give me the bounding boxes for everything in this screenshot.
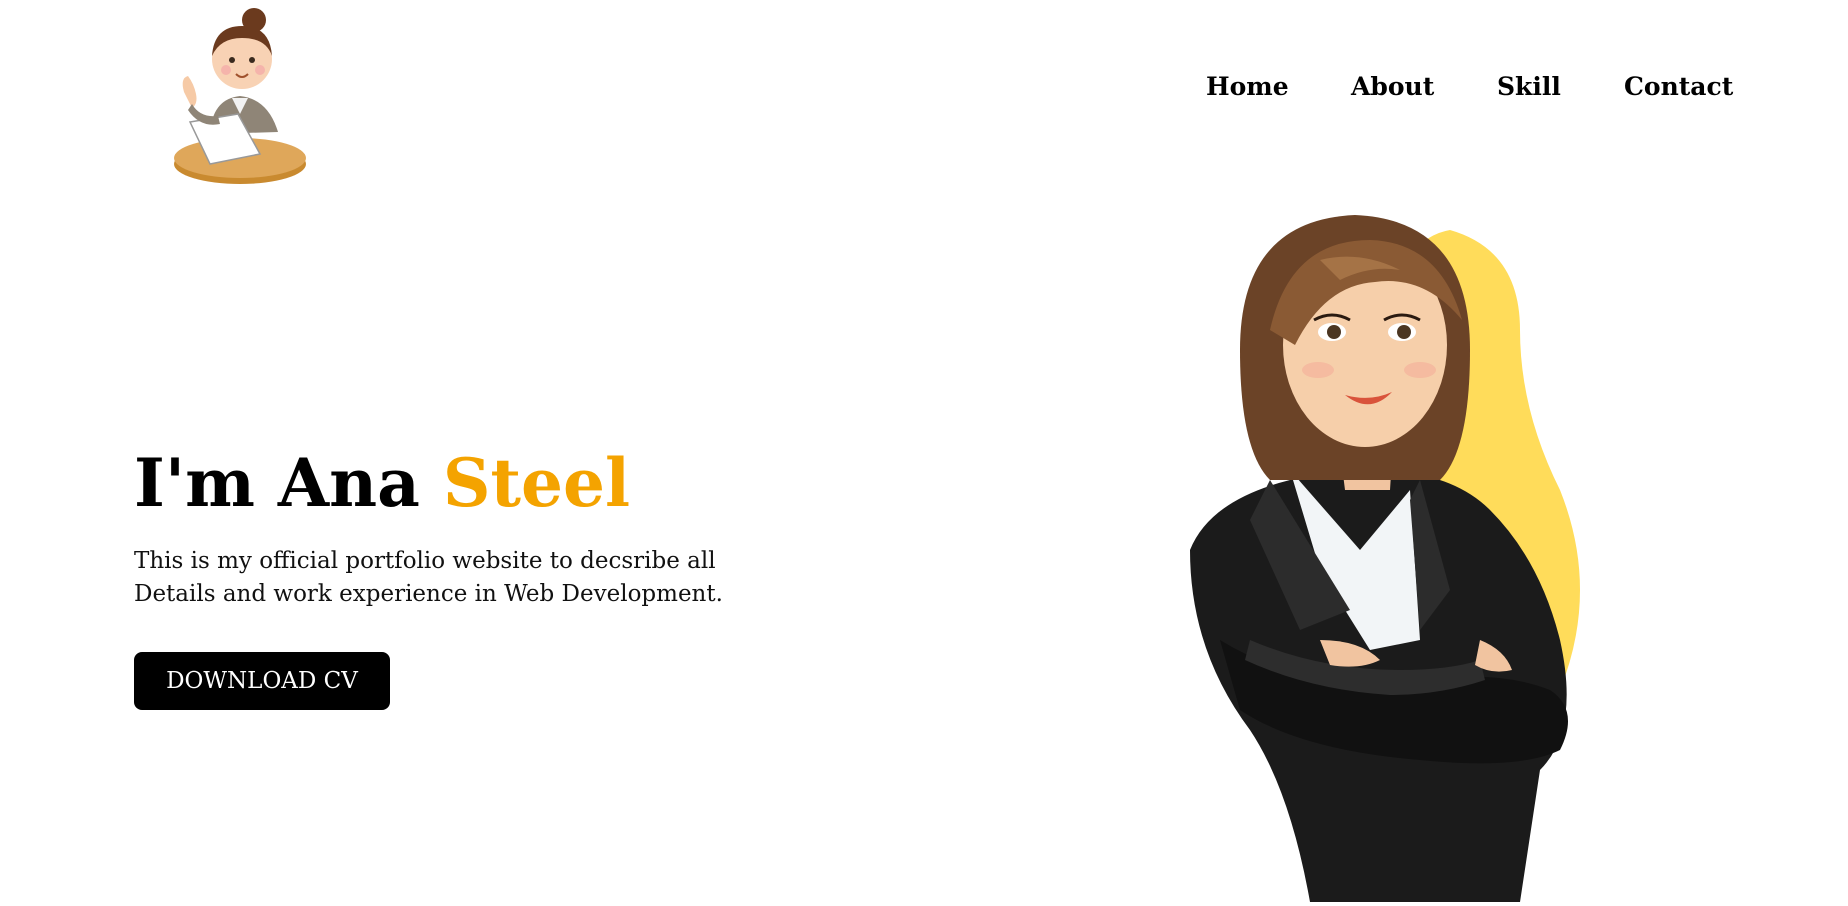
hero-title-accent: Steel bbox=[442, 444, 631, 522]
nav-link-about[interactable]: About bbox=[1351, 72, 1434, 101]
main-nav: Home About Skill Contact bbox=[0, 72, 1848, 112]
nav-link-contact[interactable]: Contact bbox=[1624, 72, 1733, 101]
download-cv-button[interactable]: DOWNLOAD CV bbox=[134, 652, 390, 710]
hero-section: I'm Ana Steel This is my official portfo… bbox=[134, 443, 834, 710]
nav-link-home[interactable]: Home bbox=[1206, 72, 1289, 101]
hero-title-prefix: I'm Ana bbox=[134, 444, 443, 522]
hero-illustration bbox=[1120, 170, 1640, 902]
businesswoman-illustration-icon bbox=[1190, 215, 1580, 902]
nav-link-skill[interactable]: Skill bbox=[1497, 72, 1561, 101]
hero-description: This is my official portfolio website to… bbox=[134, 548, 723, 607]
hero-title: I'm Ana Steel bbox=[134, 443, 834, 523]
